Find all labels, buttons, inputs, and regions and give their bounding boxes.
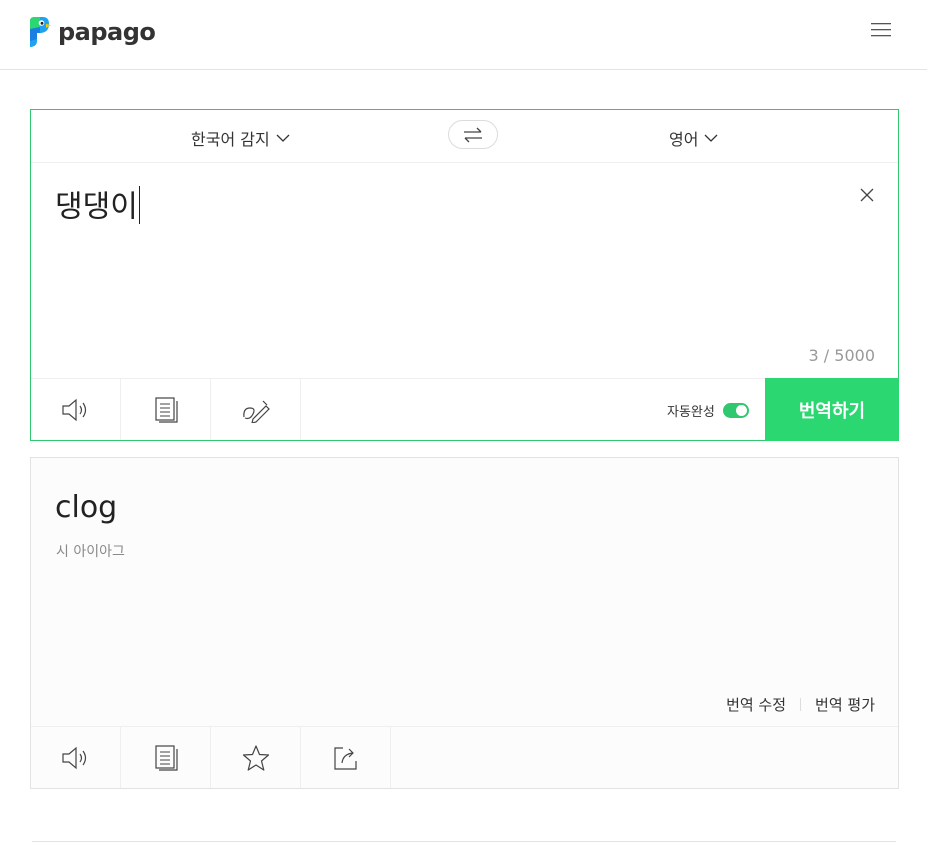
speaker-icon: [61, 746, 86, 769]
chevron-down-icon: [276, 134, 290, 142]
target-copy-button[interactable]: [121, 727, 211, 788]
source-language-select[interactable]: 한국어 감지: [191, 126, 290, 150]
copy-icon: [154, 396, 178, 423]
toggle-knob: [735, 405, 747, 416]
share-button[interactable]: [301, 727, 391, 788]
autocomplete-label: 자동완성: [667, 405, 715, 420]
text-cursor: [138, 186, 140, 224]
logo[interactable]: papago: [26, 15, 156, 49]
source-panel: 한국어 감지 영어 댕댕이 3 / 5000 자동완성 번역하기: [30, 109, 899, 441]
divider: [800, 698, 802, 711]
character-count: 3 / 5000: [808, 346, 875, 365]
header: papago: [0, 0, 927, 70]
translation-actions: 번역 수정 번역 평가: [631, 694, 875, 715]
handwriting-icon: [242, 400, 270, 423]
edit-translation-link[interactable]: 번역 수정: [726, 694, 786, 715]
autocomplete-setting: 자동완성: [667, 401, 749, 420]
source-toolbar: 자동완성 번역하기: [31, 378, 899, 441]
papago-parrot-logo-icon: [30, 17, 51, 47]
language-bar: 한국어 감지 영어: [31, 110, 898, 163]
translated-text: clog: [55, 490, 118, 525]
swap-languages-button[interactable]: [448, 120, 498, 149]
source-text: 댕댕이: [55, 189, 138, 225]
hamburger-menu-icon: [871, 23, 891, 37]
source-copy-button[interactable]: [121, 379, 211, 440]
target-language-select[interactable]: 영어: [669, 126, 718, 150]
clear-text-button[interactable]: [859, 187, 875, 203]
source-listen-button[interactable]: [31, 379, 121, 440]
speaker-icon: [61, 398, 86, 421]
close-icon: [860, 188, 874, 202]
copy-icon: [154, 744, 178, 771]
source-text-input[interactable]: 댕댕이: [55, 186, 140, 225]
pronunciation-text: 시 아이아그: [56, 544, 125, 560]
rate-translation-link[interactable]: 번역 평가: [815, 694, 875, 715]
favorite-button[interactable]: [211, 727, 301, 788]
hamburger-menu-button[interactable]: [869, 20, 893, 40]
target-listen-button[interactable]: [31, 727, 121, 788]
chevron-down-icon: [704, 134, 718, 142]
target-toolbar: [31, 726, 898, 788]
source-language-label: 한국어 감지: [191, 130, 270, 149]
share-icon: [333, 746, 357, 770]
star-icon: [242, 744, 269, 771]
target-panel: clog 시 아이아그 번역 수정 번역 평가: [30, 457, 899, 789]
autocomplete-toggle[interactable]: [722, 403, 749, 418]
target-language-label: 영어: [669, 130, 699, 149]
translate-button[interactable]: 번역하기: [765, 378, 899, 441]
handwriting-button[interactable]: [211, 379, 301, 440]
logo-text: papago: [58, 18, 156, 46]
footer-divider: [32, 841, 896, 842]
swap-arrows-icon: [464, 127, 482, 142]
